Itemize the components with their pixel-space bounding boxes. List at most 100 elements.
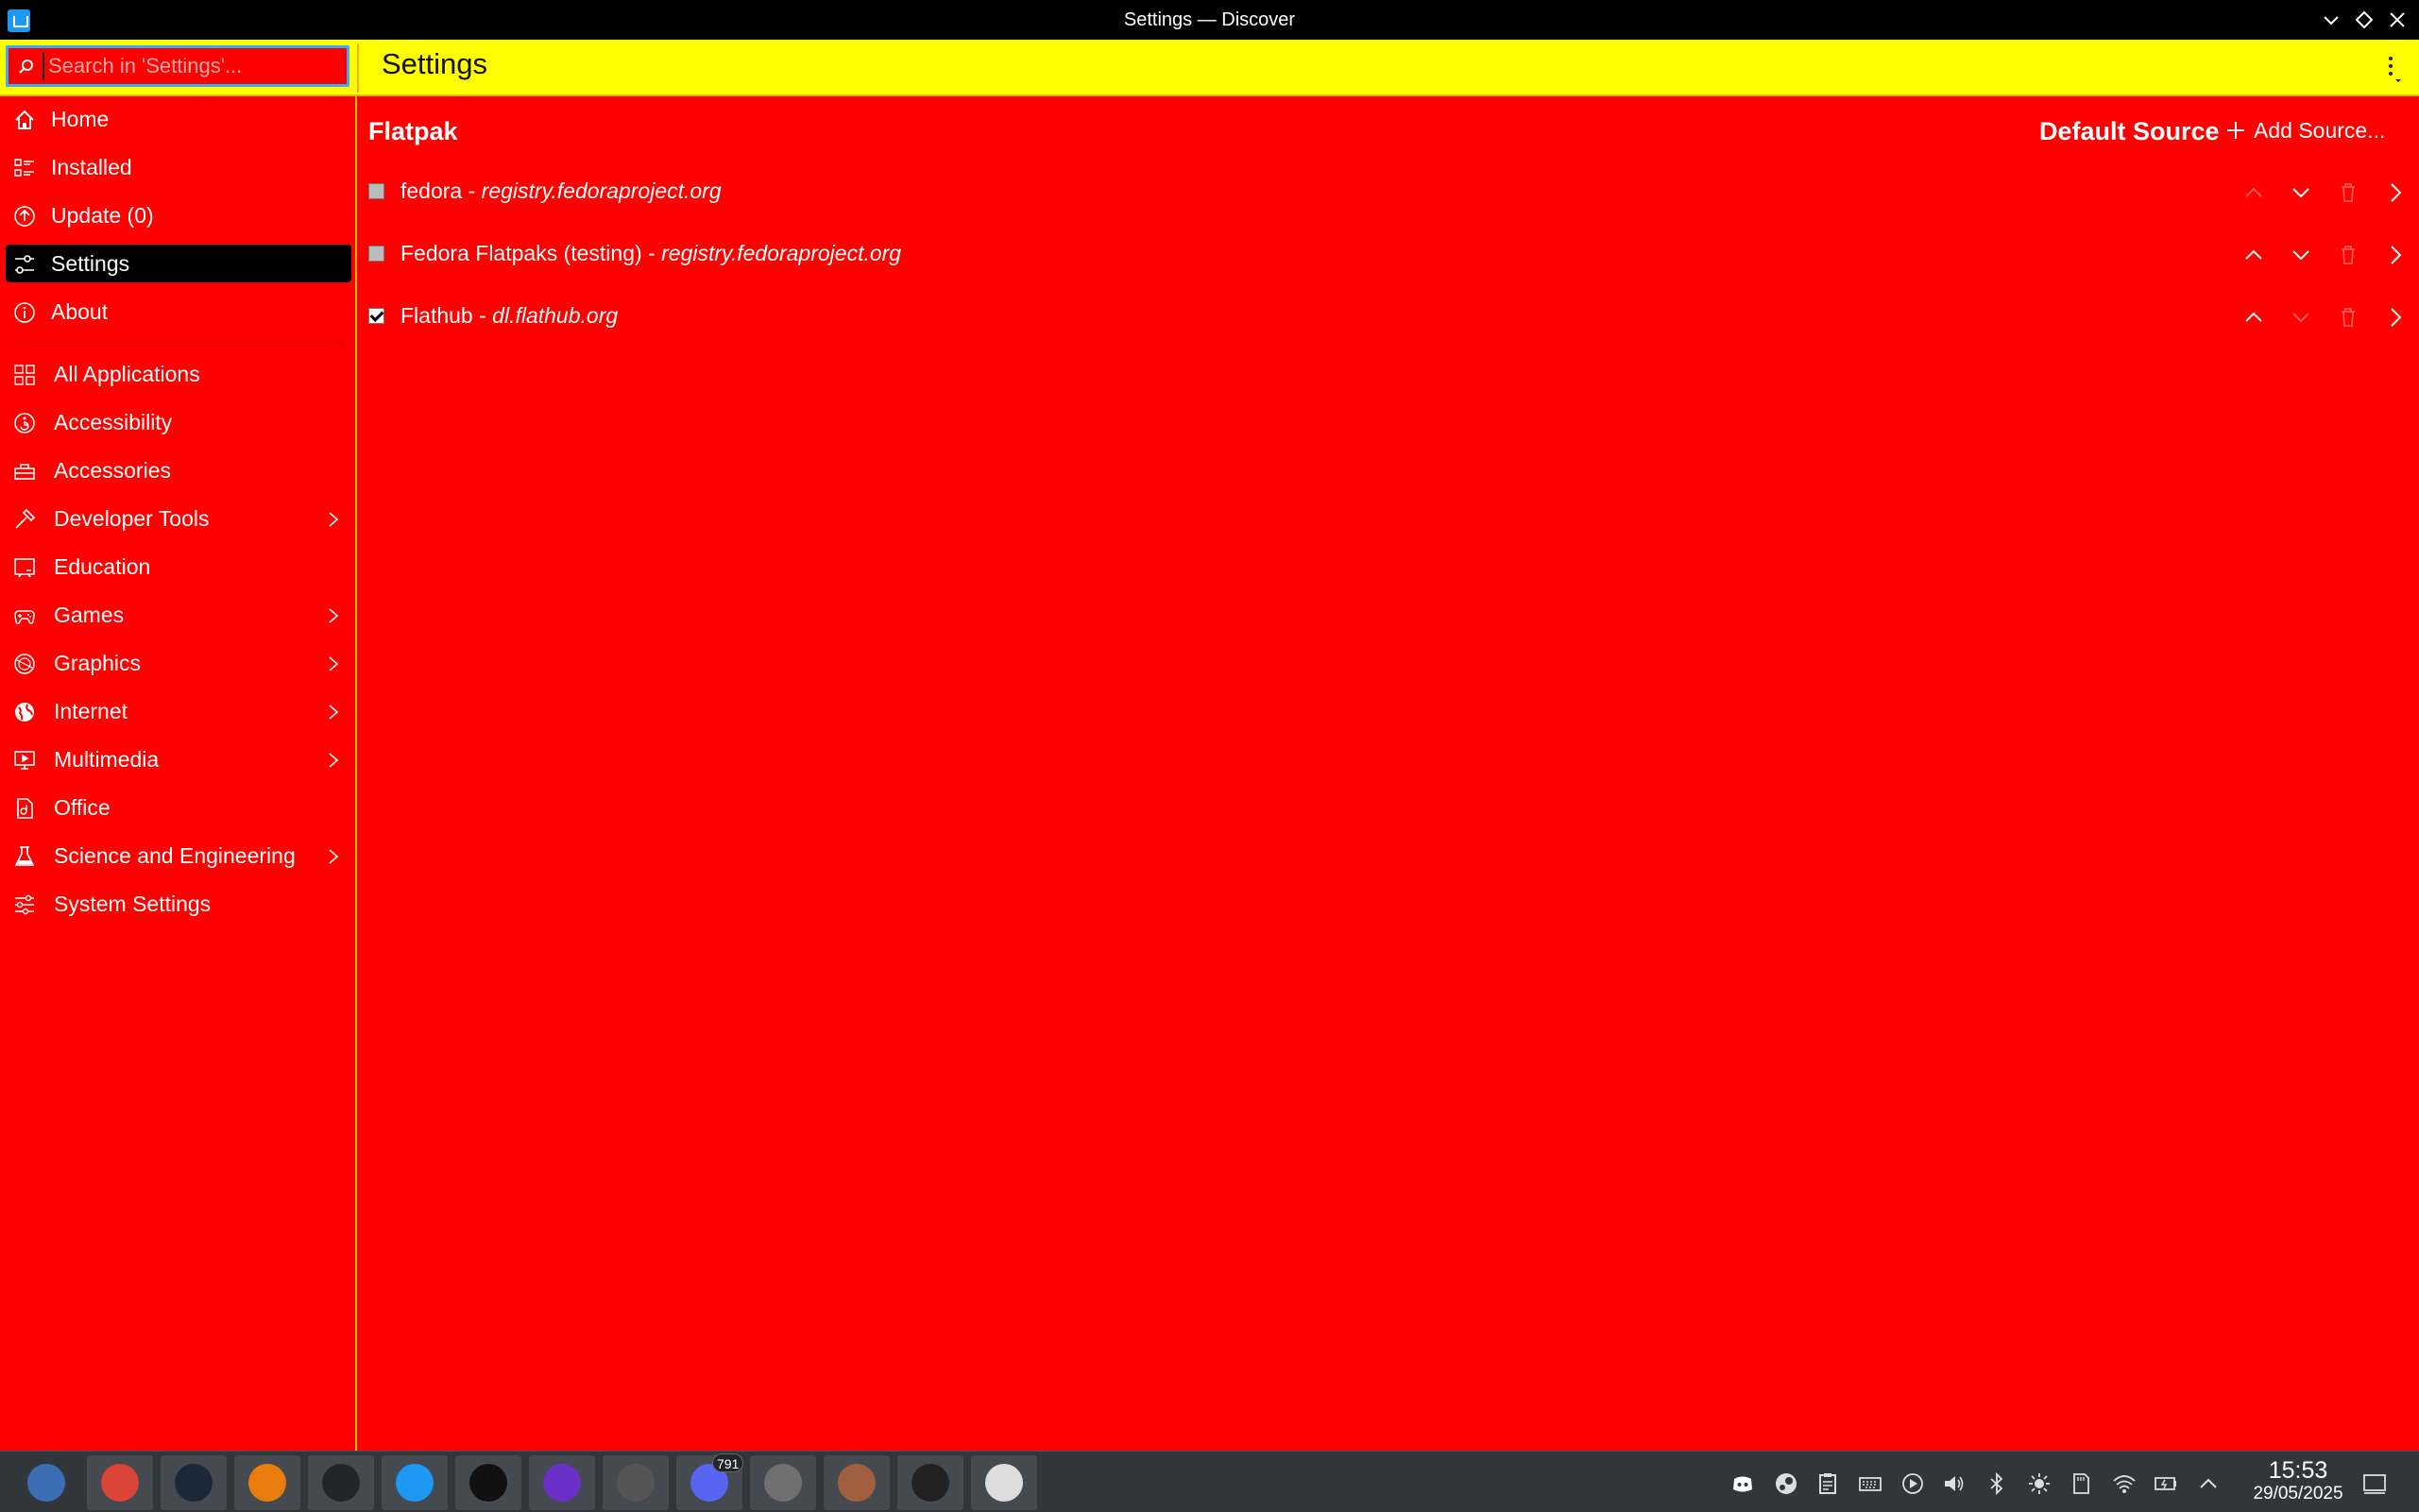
source-separator: - — [462, 178, 482, 203]
sidebar-item-developer-tools[interactable]: Developer Tools — [6, 500, 351, 537]
sidebar-item-accessibility[interactable]: Accessibility — [6, 403, 351, 441]
main-content: Flatpak Default Source Add Source... fed… — [359, 96, 2419, 1451]
sidebar-item-label: Home — [51, 107, 110, 131]
sidebar-item-label: Education — [54, 554, 151, 579]
delete-icon[interactable] — [2335, 304, 2361, 331]
flask-icon — [13, 845, 36, 868]
steam-task-button[interactable] — [161, 1455, 227, 1510]
move-down-icon[interactable] — [2288, 242, 2314, 268]
archive-task-button[interactable] — [971, 1455, 1037, 1510]
chevron-right-icon — [325, 654, 342, 672]
terminal-task-button[interactable] — [308, 1455, 374, 1510]
sidebar-item-all-applications[interactable]: All Applications — [6, 355, 351, 393]
sidebar-item-label: Office — [54, 795, 111, 820]
sidebar-item-installed[interactable]: Installed — [6, 148, 351, 186]
window-titlebar: Settings — Discover — [0, 0, 2419, 40]
move-down-icon[interactable] — [2288, 179, 2314, 206]
f-app-task-button[interactable] — [529, 1455, 595, 1510]
volume-icon[interactable] — [1942, 1471, 1967, 1496]
minimize-icon[interactable] — [2319, 8, 2343, 32]
move-up-icon[interactable] — [2240, 304, 2267, 331]
fedora-launcher-task-button[interactable] — [13, 1455, 79, 1510]
console-task-button[interactable] — [897, 1455, 963, 1510]
image-app-task-button[interactable] — [824, 1455, 890, 1510]
discover-task-button[interactable] — [382, 1455, 448, 1510]
keyboard-icon[interactable] — [1858, 1471, 1882, 1496]
vm-manager-task-button[interactable] — [603, 1455, 669, 1510]
header-divider — [357, 43, 359, 93]
open-source-chevron-icon[interactable] — [2382, 242, 2409, 268]
discord-task-button[interactable]: 791 — [676, 1453, 744, 1510]
flatseal-icon — [764, 1464, 802, 1502]
discover-icon — [396, 1464, 434, 1502]
search-box[interactable] — [6, 45, 349, 87]
graphics-icon — [13, 653, 36, 675]
source-title: fedora - registry.fedoraproject.org — [400, 178, 722, 204]
sidebar-item-label: Developer Tools — [54, 506, 210, 531]
clipboard-icon[interactable] — [1815, 1471, 1840, 1496]
header-bar: Settings — [0, 40, 2419, 96]
source-name: Flathub — [400, 303, 473, 328]
steam-tray-icon[interactable] — [1774, 1471, 1798, 1496]
move-up-icon[interactable] — [2240, 242, 2267, 268]
chrome-task-button[interactable] — [87, 1455, 153, 1510]
bluetooth-icon[interactable] — [1985, 1471, 2009, 1496]
brightness-icon[interactable] — [2027, 1471, 2052, 1496]
sidebar-item-label: Games — [54, 603, 125, 627]
sidebar-item-multimedia[interactable]: Multimedia — [6, 740, 351, 778]
search-input[interactable] — [43, 52, 345, 80]
battery-icon[interactable] — [2154, 1471, 2178, 1496]
clock-date[interactable]: 29/05/2025 — [2235, 1484, 2361, 1504]
overflow-menu-icon[interactable] — [2380, 53, 2405, 85]
sidebar-item-office[interactable]: Office — [6, 789, 351, 826]
open-source-chevron-icon[interactable] — [2382, 304, 2409, 331]
close-icon[interactable] — [2385, 8, 2410, 32]
sidebar-item-label: Accessories — [54, 458, 171, 483]
accessibility-icon — [13, 412, 36, 434]
open-source-chevron-icon[interactable] — [2382, 179, 2409, 206]
sidebar-item-about[interactable]: About — [6, 293, 351, 331]
installed-list-icon — [13, 157, 36, 179]
delete-icon[interactable] — [2335, 242, 2361, 268]
source-checkbox[interactable] — [368, 183, 384, 199]
expand-tray-icon[interactable] — [2196, 1471, 2221, 1496]
source-row-fedora: fedora - registry.fedoraproject.org — [359, 168, 2419, 215]
media-player-icon[interactable] — [1900, 1471, 1925, 1496]
chevron-right-icon — [325, 702, 342, 721]
chevron-right-icon — [325, 605, 342, 624]
sidebar-item-internet[interactable]: Internet — [6, 692, 351, 730]
sidebar-item-games[interactable]: Games — [6, 596, 351, 634]
sidebar-item-accessories[interactable]: Accessories — [6, 451, 351, 489]
sidebar-item-label: Science and Engineering — [54, 843, 296, 868]
sidebar-item-system-settings[interactable]: System Settings — [6, 885, 351, 923]
sidebar-item-label: Installed — [51, 155, 132, 179]
sidebar-item-education[interactable]: Education — [6, 548, 351, 586]
globe-icon — [13, 701, 36, 723]
sidebar-item-label: Internet — [54, 699, 128, 723]
sidebar-item-science-and-engineering[interactable]: Science and Engineering — [6, 837, 351, 875]
sd-card-icon[interactable] — [2069, 1471, 2093, 1496]
sidebar-item-graphics[interactable]: Graphics — [6, 644, 351, 682]
flatseal-task-button[interactable] — [750, 1455, 816, 1510]
file-manager-task-button[interactable] — [455, 1455, 521, 1510]
sidebar-item-settings[interactable]: Settings — [6, 245, 351, 282]
maximize-icon[interactable] — [2352, 8, 2376, 32]
discord-tray-icon[interactable] — [1730, 1471, 1755, 1496]
default-source-button[interactable]: Default Source — [2039, 117, 2220, 146]
delete-icon[interactable] — [2335, 179, 2361, 206]
wifi-icon[interactable] — [2112, 1471, 2137, 1496]
blender-task-button[interactable] — [234, 1455, 300, 1510]
sidebar: Home Installed Update (0) Settings About — [0, 96, 357, 1451]
chevron-right-icon — [325, 509, 342, 528]
chevron-right-icon — [325, 750, 342, 769]
source-row-flathub: Flathub - dl.flathub.org — [359, 293, 2419, 340]
sidebar-item-update[interactable]: Update (0) — [6, 196, 351, 234]
source-checkbox[interactable] — [368, 246, 384, 262]
move-up-icon[interactable] — [2240, 179, 2267, 206]
show-desktop-icon[interactable] — [2361, 1470, 2388, 1497]
sidebar-item-home[interactable]: Home — [6, 100, 351, 138]
move-down-icon[interactable] — [2288, 304, 2314, 331]
clock-time[interactable]: 15:53 — [2256, 1457, 2341, 1485]
source-checkbox[interactable] — [368, 308, 384, 324]
section-title-flatpak: Flatpak — [368, 117, 458, 145]
